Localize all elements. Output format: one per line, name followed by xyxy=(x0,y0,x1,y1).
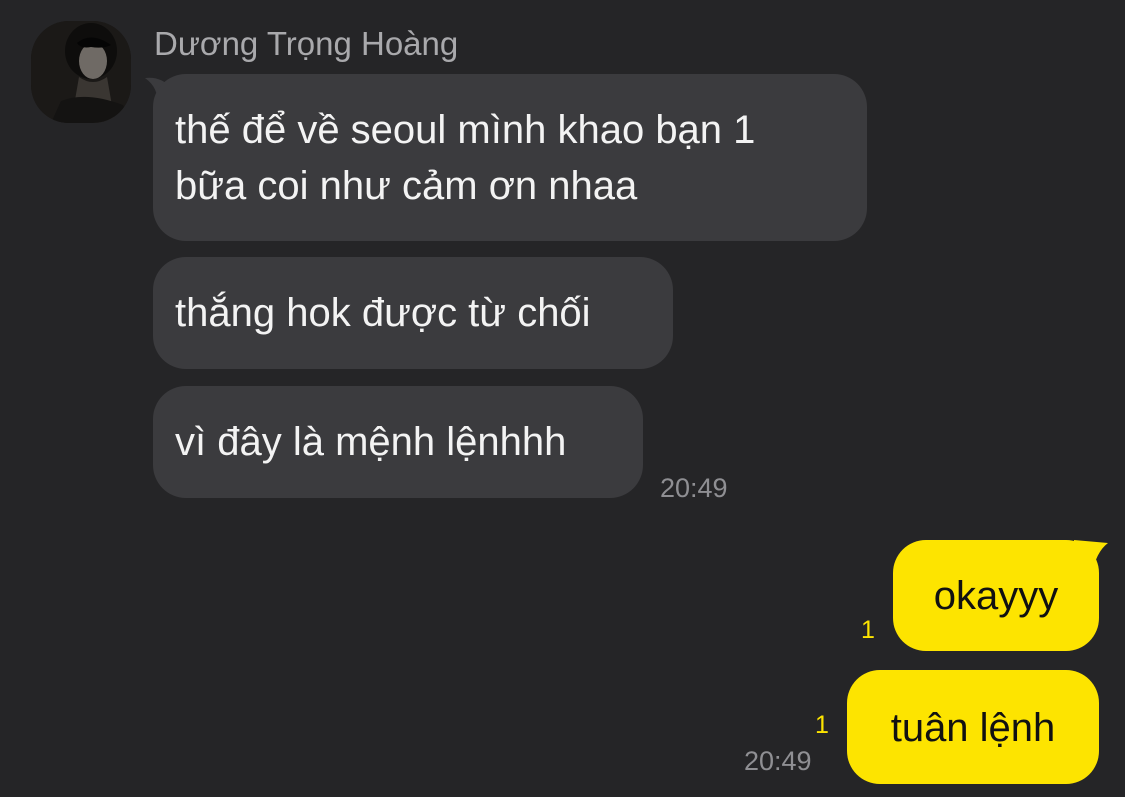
outgoing-message-1[interactable]: okayyy xyxy=(893,540,1099,651)
sender-avatar[interactable] xyxy=(31,21,131,123)
incoming-message-1[interactable]: thế để về seoul mình khao bạn 1 bữa coi … xyxy=(153,74,867,241)
outgoing-timestamp: 20:49 xyxy=(744,746,812,776)
outgoing-message-1-unread-count: 1 xyxy=(861,616,875,644)
sender-name: Dương Trọng Hoàng xyxy=(154,25,459,62)
incoming-message-1-line-1: thế để về seoul mình khao bạn 1 xyxy=(175,108,756,152)
outgoing-message-1-text: okayyy xyxy=(933,574,1059,618)
avatar-portrait-icon xyxy=(31,21,131,123)
outgoing-message-2-text: tuân lệnh xyxy=(890,706,1056,750)
incoming-message-2-text: thắng hok được từ chối xyxy=(175,291,591,335)
outgoing-message-2[interactable]: tuân lệnh xyxy=(847,670,1099,784)
outgoing-message-2-unread-count: 1 xyxy=(815,711,829,739)
incoming-message-3[interactable]: vì đây là mệnh lệnhhh xyxy=(153,386,643,498)
incoming-message-1-line-2: bữa coi như cảm ơn nhaa xyxy=(175,164,638,208)
incoming-timestamp: 20:49 xyxy=(660,473,728,503)
incoming-message-2[interactable]: thắng hok được từ chối xyxy=(153,257,673,369)
incoming-message-3-text: vì đây là mệnh lệnhhh xyxy=(175,420,567,464)
